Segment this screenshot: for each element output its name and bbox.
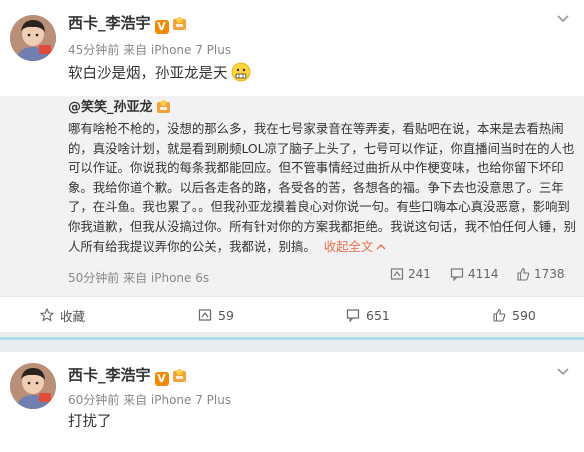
quoted-like-count: 1738 (534, 267, 565, 281)
quoted-meta: 50分钟前 来自 iPhone 6s (68, 271, 210, 285)
favorite-label: 收藏 (60, 308, 86, 324)
post-text-row: 软白沙是烟，孙亚龙是天 (68, 62, 251, 84)
post-meta: 45分钟前 来自 iPhone 7 Plus (68, 43, 232, 57)
avatar[interactable] (10, 15, 56, 61)
quoted-text-line: 哪有啥枪不枪的，没想的那么多，我在七号家录音在等弄麦，看贴吧在说，本来是去看热闹 (68, 121, 564, 136)
comment-icon (346, 309, 360, 322)
quoted-comment-stat[interactable]: 4114 (450, 267, 499, 281)
grimace-emoji-icon (231, 62, 250, 82)
post-text: 软白沙是烟，孙亚龙是天 (68, 66, 228, 82)
action-bar: 收藏 59 651 590 (0, 296, 584, 333)
comment-count: 651 (366, 307, 390, 323)
post-separator (0, 332, 584, 352)
level-badge-icon (156, 100, 170, 113)
quoted-author-row: @笑笑_孙亚龙 (68, 96, 171, 115)
post-meta: 60分钟前 来自 iPhone 7 Plus (68, 393, 232, 407)
avatar-image (10, 363, 56, 409)
verified-icon: V (154, 372, 169, 386)
repost-icon (198, 309, 212, 321)
post-text: 打扰了 (68, 414, 112, 430)
thumbs-up-icon (493, 308, 506, 322)
repost-button[interactable]: 59 (198, 297, 234, 333)
username-row: 西卡_李浩宇 V (68, 14, 187, 34)
star-icon (40, 308, 54, 322)
like-count: 590 (512, 307, 536, 323)
quoted-text-line: 的，真没啥计划，就是看到刷频LOL凉了脑子上头了，七号可以作证，你直播间当时在的… (68, 140, 575, 156)
more-options-chevron-icon[interactable] (556, 14, 570, 24)
level-badge-icon (172, 369, 186, 382)
more-options-chevron-icon[interactable] (556, 367, 570, 377)
comment-icon (450, 268, 464, 281)
favorite-button[interactable]: 收藏 (40, 297, 85, 333)
quoted-text: 哪有啥枪不枪的，没想的那么多，我在七号家录音在等弄麦，看贴吧在说，本来是去看热闹… (68, 119, 576, 256)
username-row: 西卡_李浩宇 V (68, 366, 187, 386)
quoted-text-line: 你我道歉，但我从没搞过你。所有针对你的方案我都拒绝。我说这句话，我不怕任何人锤，… (68, 218, 577, 234)
quoted-repost-count: 241 (408, 267, 431, 281)
quoted-text-line: 象。我给你道个歉。以后各走各的路，各受各的苦，各想各的福。争下去也没意思了。三年 (68, 179, 564, 195)
thumbs-up-icon (517, 267, 530, 281)
username[interactable]: 西卡_李浩宇 (68, 14, 151, 32)
chevron-up-icon (376, 243, 386, 250)
like-button[interactable]: 590 (492, 297, 536, 333)
avatar-image (10, 15, 56, 61)
username[interactable]: 西卡_李浩宇 (68, 366, 151, 384)
repost-count: 59 (218, 307, 234, 323)
quoted-repost-stat[interactable]: 241 (390, 267, 431, 281)
level-badge-icon (172, 17, 186, 30)
collapse-link[interactable]: 收起全文 (324, 239, 387, 254)
separator-accent (0, 337, 584, 340)
collapse-label: 收起全文 (323, 238, 374, 254)
quoted-text-line: 可以作证。你说我的每条我都能回应。但不管事情经过曲折从中作梗变味，也给你留下坏印 (68, 160, 564, 176)
quoted-comment-count: 4114 (468, 267, 499, 281)
comment-button[interactable]: 651 (346, 297, 390, 333)
quoted-author[interactable]: @笑笑_孙亚龙 (68, 100, 153, 115)
avatar[interactable] (10, 363, 56, 409)
quoted-post[interactable]: @笑笑_孙亚龙 哪有啥枪不枪的，没想的那么多，我在七号家录音在等弄麦，看贴吧在说… (0, 96, 584, 296)
quoted-like-stat[interactable]: 1738 (516, 267, 565, 281)
quoted-text-tail: 人所有给我提议弄你的公关，我都说，别搞。 (68, 238, 316, 254)
quoted-text-line: 了，在斗鱼。我也累了。。但我孙亚龙摸着良心对你说一句。有些口嗨本心真没恶意，影响… (68, 199, 570, 215)
quoted-text-line-last: 人所有给我提议弄你的公关，我都说，别搞。 收起全文 (68, 237, 576, 257)
verified-icon: V (154, 20, 169, 34)
repost-icon (390, 268, 404, 280)
